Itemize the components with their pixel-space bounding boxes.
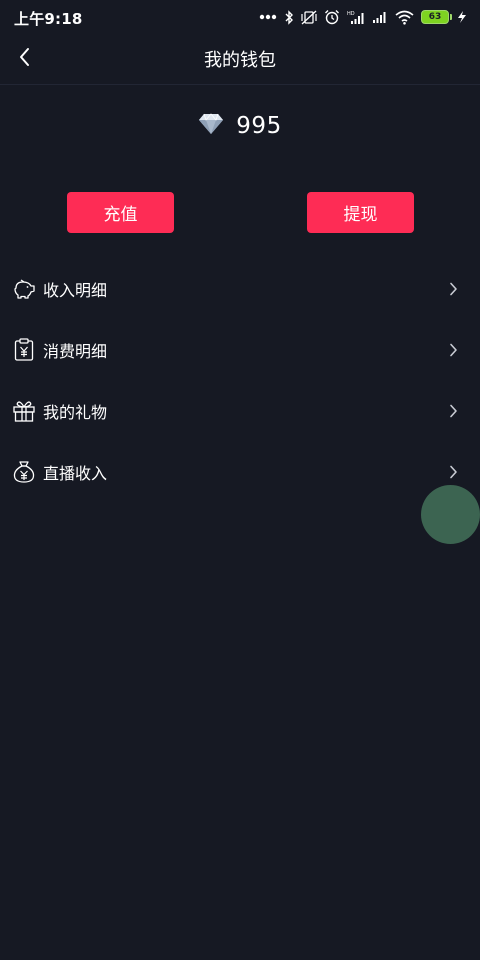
- gift-icon: [12, 399, 36, 423]
- more-dots-icon: [259, 14, 277, 20]
- menu-item-expense-details[interactable]: 消费明细: [0, 322, 480, 378]
- chevron-right-icon: [446, 343, 460, 357]
- svg-text:HD: HD: [347, 11, 355, 17]
- menu-item-my-gifts[interactable]: 我的礼物: [0, 383, 480, 439]
- charging-icon: [456, 10, 468, 24]
- withdraw-button[interactable]: 提现: [307, 192, 414, 233]
- alarm-icon: [324, 9, 340, 25]
- menu-item-income-details[interactable]: 收入明细: [0, 261, 480, 317]
- money-bag-icon: [12, 460, 36, 484]
- menu-item-label: 我的礼物: [43, 403, 108, 422]
- chevron-right-icon: [446, 404, 460, 418]
- status-bar: 上午9:18 HD 63: [0, 0, 480, 34]
- bluetooth-icon: [284, 9, 294, 25]
- battery-icon: 63: [421, 10, 452, 24]
- balance-value: 995: [236, 113, 282, 139]
- diamond-icon: [198, 113, 224, 139]
- chevron-right-icon: [446, 282, 460, 296]
- menu-item-label: 消费明细: [43, 342, 108, 361]
- menu-item-live-income[interactable]: 直播收入: [0, 444, 480, 500]
- piggy-bank-icon: [12, 277, 36, 301]
- recharge-button[interactable]: 充值: [67, 192, 174, 233]
- chevron-right-icon: [446, 465, 460, 479]
- status-time: 上午9:18: [14, 10, 83, 28]
- battery-level: 63: [428, 11, 442, 22]
- signal-icon: [372, 10, 388, 24]
- wifi-icon: [395, 10, 414, 25]
- page-title: 我的钱包: [204, 50, 276, 71]
- menu-item-label: 收入明细: [43, 281, 108, 300]
- status-icons: HD 63: [259, 8, 468, 26]
- touch-indicator: [421, 485, 480, 544]
- menu-item-label: 直播收入: [43, 464, 108, 483]
- receipt-yuan-icon: [12, 338, 36, 362]
- balance-display: 995: [0, 108, 480, 144]
- vibrate-icon: [301, 10, 317, 25]
- hd-signal-icon: HD: [347, 10, 365, 25]
- nav-bar: 我的钱包: [0, 34, 480, 85]
